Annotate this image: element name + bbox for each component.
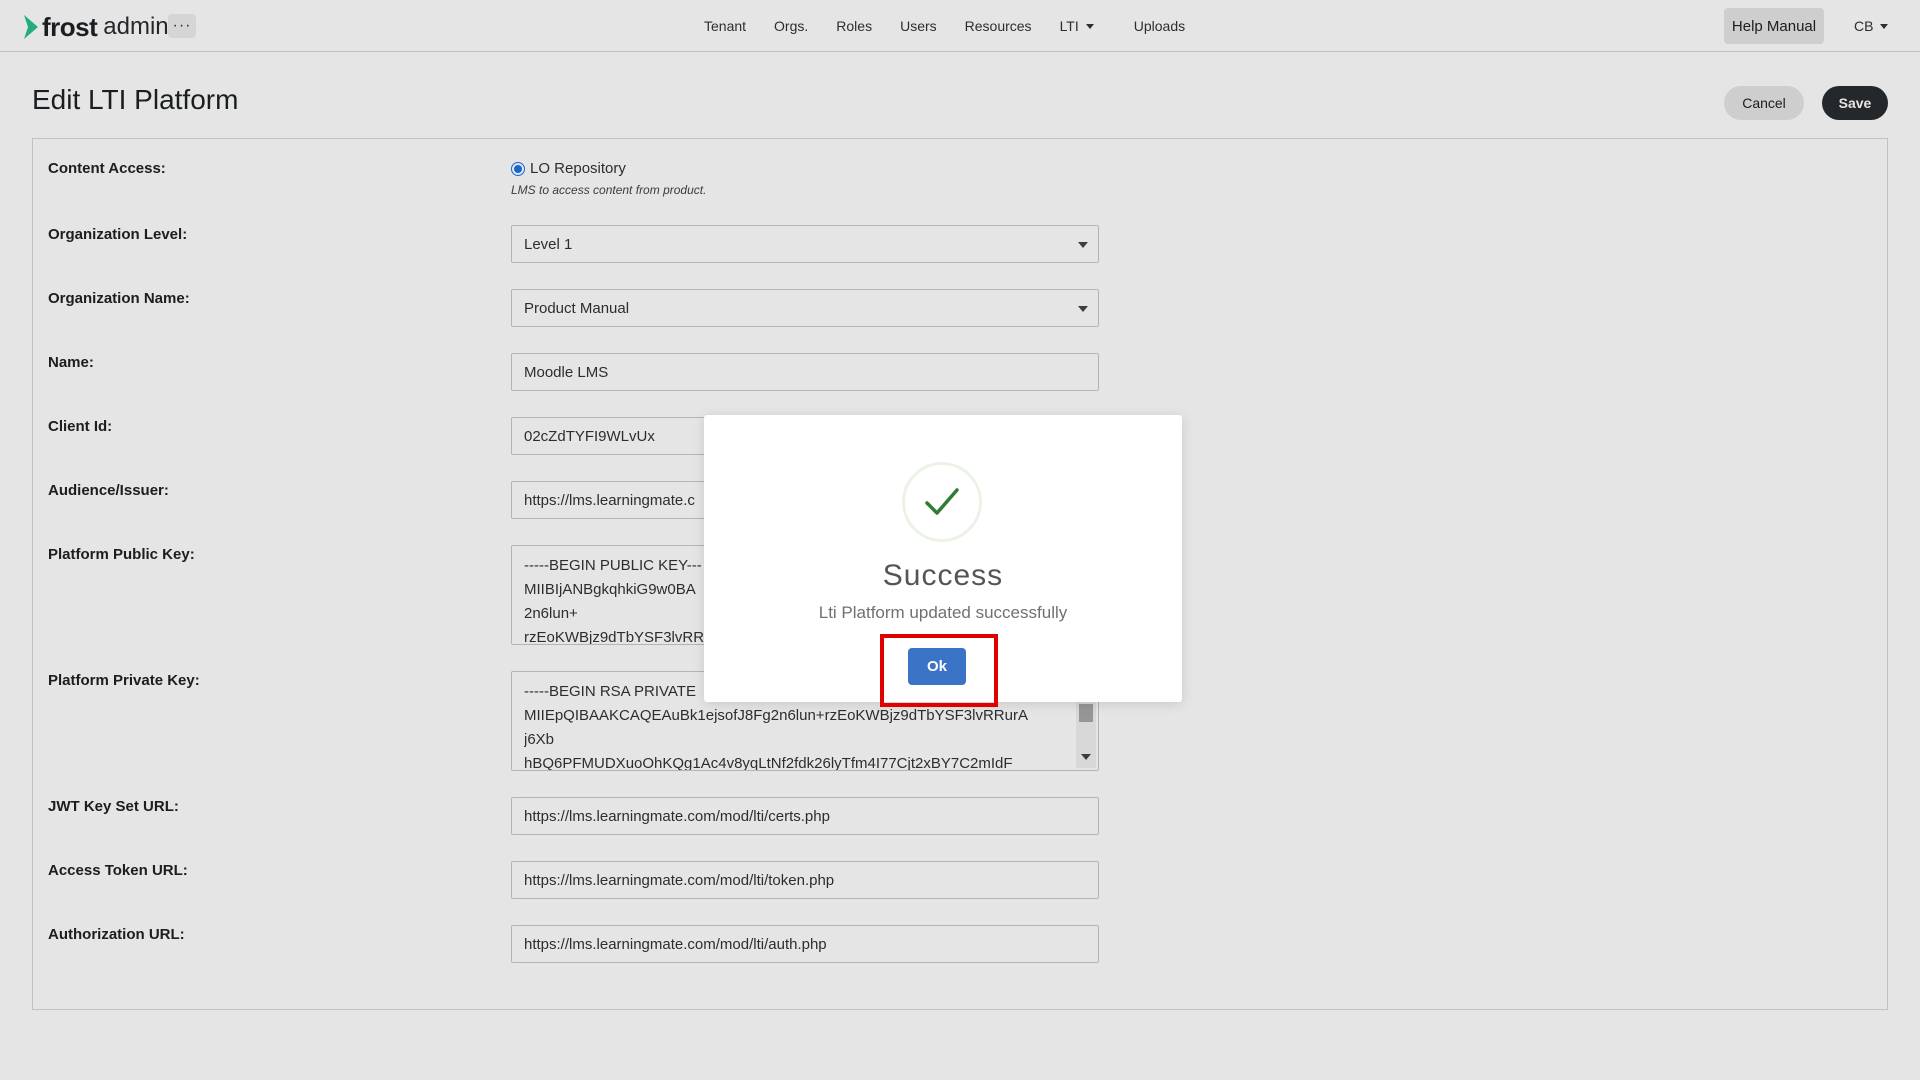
success-check-icon xyxy=(902,462,982,542)
dialog-title: Success xyxy=(882,559,1004,592)
success-dialog: Success Lti Platform updated successfull… xyxy=(704,415,1182,707)
dialog-message: Lti Platform updated successfully xyxy=(818,603,1068,622)
checkmark-icon xyxy=(925,488,959,515)
ok-button[interactable]: Ok xyxy=(908,648,966,685)
